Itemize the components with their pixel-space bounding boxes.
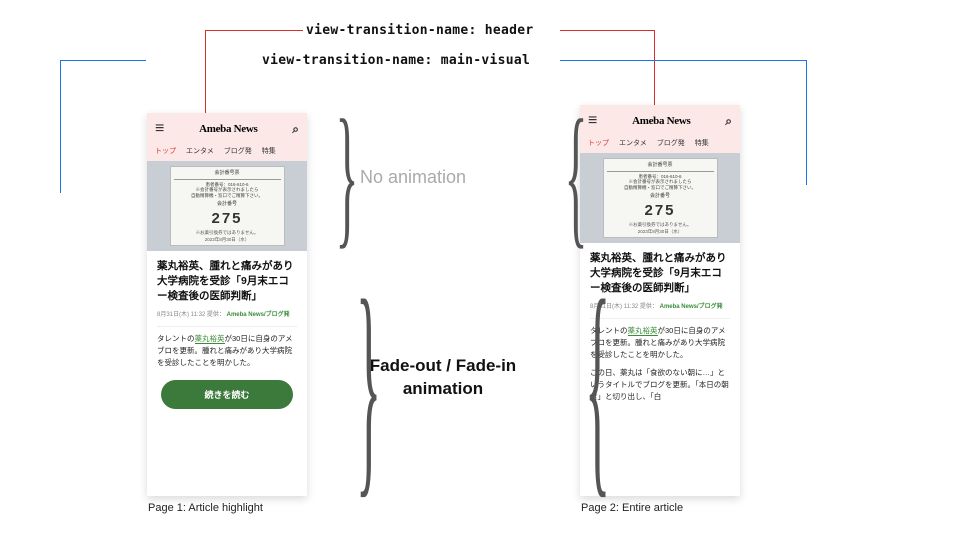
tab-feature[interactable]: 特集: [262, 146, 276, 156]
brace-icon: {: [564, 96, 587, 254]
read-more-button[interactable]: 続きを読む: [161, 380, 293, 409]
tab-entertainment[interactable]: エンタメ: [619, 138, 647, 148]
css-label-header: view-transition-name: header: [306, 23, 534, 38]
person-link[interactable]: 薬丸裕英: [195, 334, 225, 344]
tab-blog[interactable]: ブログ発: [224, 146, 252, 156]
caption-page2: Page 2: Entire article: [581, 502, 683, 514]
annotation-no-animation: No animation: [360, 167, 466, 188]
hamburger-icon[interactable]: ≡: [155, 121, 164, 137]
connector-header-left: [205, 30, 303, 120]
caption-page1: Page 1: Article highlight: [148, 502, 263, 514]
annotation-fade: Fade-out / Fade-in animation: [338, 355, 548, 401]
css-label-main-visual: view-transition-name: main-visual: [262, 53, 530, 68]
article-body: タレントの薬丸裕英が30日に自身のアメブロを更新。腫れと痛みがあり大学病院を受診…: [147, 333, 307, 369]
connector-visual-left: [60, 60, 146, 193]
divider: [157, 326, 297, 327]
brace-icon: {: [585, 264, 610, 504]
nav-tabs: トップ エンタメ ブログ発 特集: [147, 142, 307, 161]
ticket-image: 会計番号票 患者番号：016-610-6 ※会計番号が表示されましたら 自動精算…: [170, 166, 285, 246]
tab-feature[interactable]: 特集: [695, 138, 709, 148]
site-logo[interactable]: Ameba News: [199, 123, 257, 135]
tab-top[interactable]: トップ: [155, 146, 176, 156]
site-logo[interactable]: Ameba News: [632, 115, 690, 127]
search-icon[interactable]: ⌕: [725, 114, 732, 129]
person-link[interactable]: 薬丸裕英: [628, 326, 658, 336]
divider: [590, 318, 730, 319]
nav-tabs: トップ エンタメ ブログ発 特集: [580, 134, 740, 153]
phone-header: ≡ Ameba News ⌕ トップ エンタメ ブログ発 特集: [147, 113, 307, 161]
tab-blog[interactable]: ブログ発: [657, 138, 685, 148]
brace-icon: }: [335, 96, 358, 254]
ticket-image: 会計番号票 患者番号：016-610-6 ※会計番号が表示されましたら 自動精算…: [603, 158, 718, 238]
phone-header: ≡ Ameba News ⌕ トップ エンタメ ブログ発 特集: [580, 105, 740, 153]
main-visual: 会計番号票 患者番号：016-610-6 ※会計番号が表示されましたら 自動精算…: [580, 153, 740, 243]
hamburger-icon[interactable]: ≡: [588, 113, 597, 129]
tab-top[interactable]: トップ: [588, 138, 609, 148]
article-meta: 8月31日(木) 11:32 提供： Ameba News/ブログ発: [147, 309, 307, 324]
phone-mock-page1: ≡ Ameba News ⌕ トップ エンタメ ブログ発 特集 会計番号票 患者…: [147, 113, 307, 496]
article-headline: 薬丸裕英、腫れと痛みがあり大学病院を受診「9月末エコー検査後の医師判断」: [147, 251, 307, 309]
tab-entertainment[interactable]: エンタメ: [186, 146, 214, 156]
main-visual: 会計番号票 患者番号：016-610-6 ※会計番号が表示されましたら 自動精算…: [147, 161, 307, 251]
search-icon[interactable]: ⌕: [292, 122, 299, 137]
